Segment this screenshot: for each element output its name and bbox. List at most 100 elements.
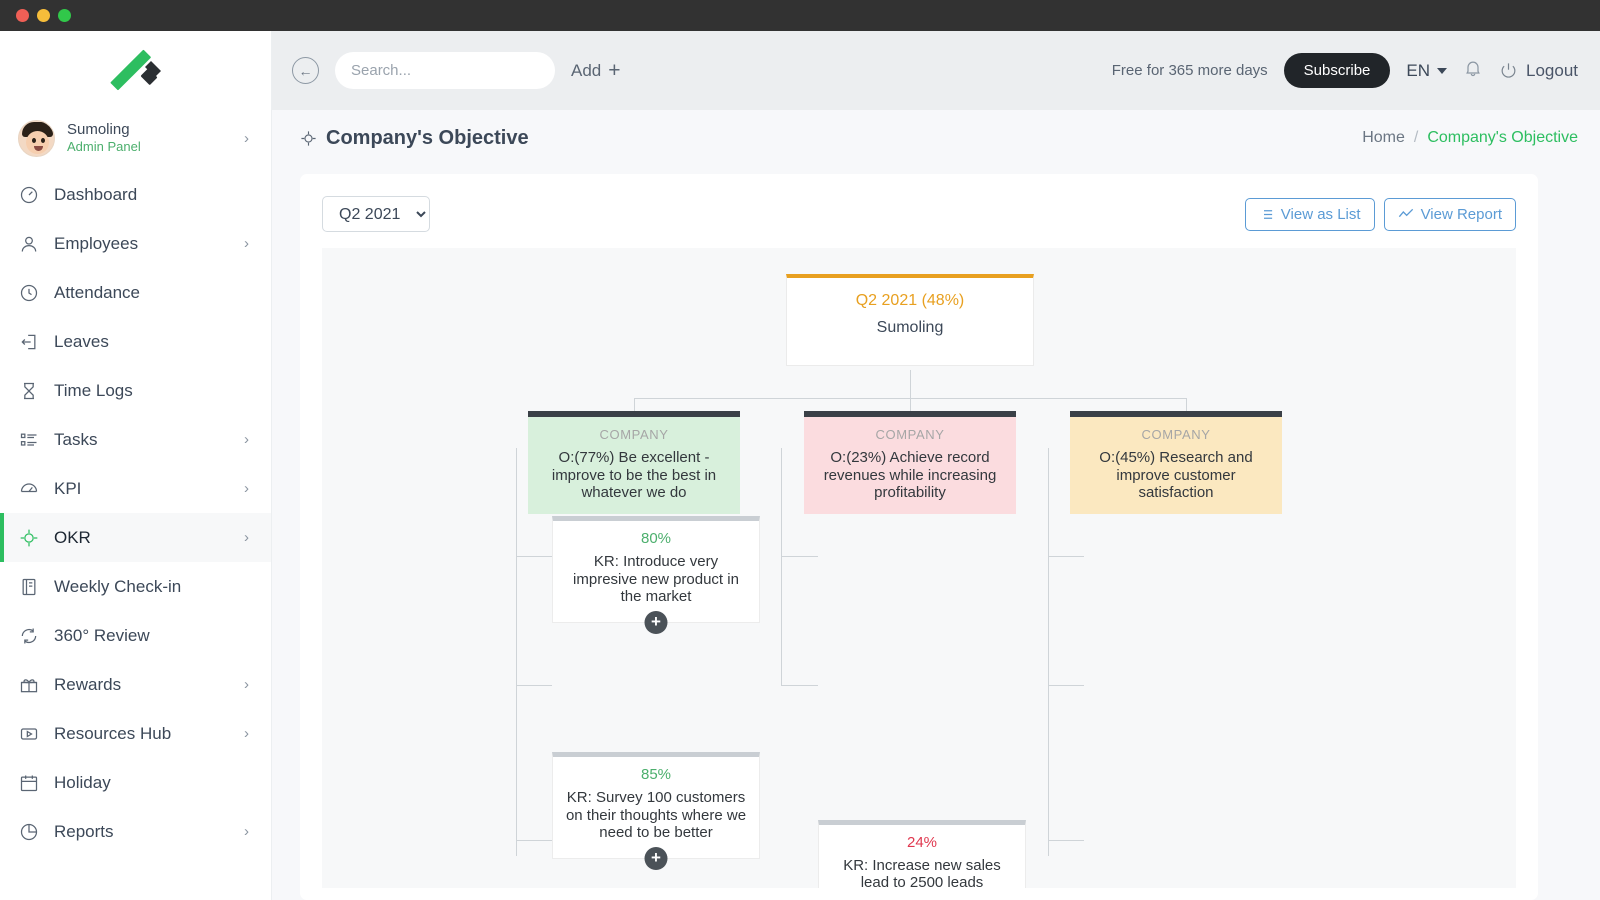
window-titlebar (0, 0, 1600, 31)
clock-icon (18, 282, 40, 304)
refresh-icon (18, 625, 40, 647)
bell-icon[interactable] (1463, 58, 1483, 83)
connector (1048, 448, 1049, 856)
view-as-list-button[interactable]: View as List (1245, 198, 1375, 231)
power-icon (1499, 61, 1518, 80)
app-root: Sumoling Admin Panel › Dashboard Employe… (0, 31, 1600, 900)
pie-chart-icon (18, 821, 40, 843)
sidebar-profile[interactable]: Sumoling Admin Panel › (0, 110, 271, 166)
sidebar-item-reports[interactable]: Reports › (0, 807, 271, 856)
sidebar-item-kpi[interactable]: KPI › (0, 464, 271, 513)
main-content: ← Add + Free for 365 more days Subscribe… (272, 31, 1600, 900)
sidebar-item-employees[interactable]: Employees › (0, 219, 271, 268)
connector (781, 556, 818, 557)
chevron-right-icon: › (244, 725, 249, 742)
window-close-button[interactable] (16, 9, 29, 22)
objective-tag: COMPANY (812, 427, 1008, 442)
objective-node[interactable]: COMPANY O:(23%) Achieve record revenues … (804, 411, 1016, 514)
sidebar: Sumoling Admin Panel › Dashboard Employe… (0, 31, 272, 900)
chevron-right-icon: › (244, 676, 249, 693)
sidebar-item-tasks[interactable]: Tasks › (0, 415, 271, 464)
objective-tag: COMPANY (536, 427, 732, 442)
sidebar-item-holiday[interactable]: Holiday (0, 758, 271, 807)
sidebar-nav: Dashboard Employees › Attendance Leaves (0, 170, 271, 856)
notebook-icon (18, 576, 40, 598)
sidebar-item-okr[interactable]: OKR › (0, 513, 271, 562)
hourglass-icon (18, 380, 40, 402)
profile-role: Admin Panel (67, 140, 232, 155)
objective-text: O:(23%) Achieve record revenues while in… (812, 449, 1008, 502)
key-result-node[interactable]: 80% KR: Introduce very impresive new pro… (552, 516, 760, 623)
sidebar-item-dashboard[interactable]: Dashboard (0, 170, 271, 219)
connector (516, 556, 552, 557)
chevron-right-icon: › (244, 431, 249, 448)
add-button[interactable]: Add + (571, 60, 621, 81)
key-result-percent: 24% (829, 834, 1015, 851)
trial-status-text: Free for 365 more days (1112, 62, 1268, 79)
view-report-button[interactable]: View Report (1384, 198, 1516, 231)
sidebar-item-attendance[interactable]: Attendance (0, 268, 271, 317)
connector (1048, 840, 1084, 841)
chevron-right-icon: › (244, 235, 249, 252)
objective-tag: COMPANY (1078, 427, 1274, 442)
sidebar-item-weekly-check-in[interactable]: Weekly Check-in (0, 562, 271, 611)
sidebar-item-leaves[interactable]: Leaves (0, 317, 271, 366)
key-result-text: KR: Survey 100 customers on their though… (563, 789, 749, 842)
topbar: ← Add + Free for 365 more days Subscribe… (272, 31, 1600, 110)
language-selector[interactable]: EN (1406, 61, 1447, 81)
objective-text: O:(45%) Research and improve customer sa… (1078, 449, 1274, 502)
breadcrumb-separator: / (1414, 129, 1418, 147)
key-result-node[interactable]: 85% KR: Survey 100 customers on their th… (552, 752, 760, 859)
sidebar-item-label: Holiday (54, 773, 235, 793)
logout-door-icon (18, 331, 40, 353)
root-period: Q2 2021 (48%) (797, 292, 1023, 310)
okr-root-node[interactable]: Q2 2021 (48%) Sumoling (786, 274, 1034, 366)
logout-label: Logout (1526, 61, 1578, 81)
key-result-percent: 85% (563, 766, 749, 783)
quarter-select[interactable]: Q2 2021 (322, 196, 430, 232)
profile-name: Sumoling (67, 121, 232, 138)
sidebar-item-label: Reports (54, 822, 230, 842)
sidebar-item-rewards[interactable]: Rewards › (0, 660, 271, 709)
connector (1048, 556, 1084, 557)
sidebar-item-360-review[interactable]: 360° Review (0, 611, 271, 660)
add-key-result-button[interactable]: + (645, 847, 668, 870)
sidebar-item-label: Tasks (54, 430, 230, 450)
back-button[interactable]: ← (292, 57, 319, 84)
breadcrumb-home[interactable]: Home (1362, 129, 1405, 147)
subscribe-button[interactable]: Subscribe (1284, 53, 1391, 88)
key-result-text: KR: Increase new sales lead to 2500 lead… (829, 857, 1015, 889)
calendar-icon (18, 772, 40, 794)
list-icon (1259, 207, 1274, 222)
key-result-node[interactable]: 24% KR: Increase new sales lead to 2500 … (818, 820, 1026, 889)
connector (910, 370, 911, 398)
objective-node[interactable]: COMPANY O:(45%) Research and improve cus… (1070, 411, 1282, 514)
sidebar-item-label: Leaves (54, 332, 235, 352)
sidebar-item-label: KPI (54, 479, 230, 499)
sidebar-item-label: Dashboard (54, 185, 235, 205)
key-result-percent: 80% (563, 530, 749, 547)
chevron-right-icon: › (244, 130, 249, 147)
window-maximize-button[interactable] (58, 9, 71, 22)
okr-panel: Q2 2021 View as List View Report Q2 (300, 174, 1538, 900)
sidebar-item-time-logs[interactable]: Time Logs (0, 366, 271, 415)
logout-button[interactable]: Logout (1499, 61, 1578, 81)
sidebar-item-label: OKR (54, 528, 230, 548)
chevron-right-icon: › (244, 529, 249, 546)
sidebar-item-label: 360° Review (54, 626, 235, 646)
sidebar-item-label: Attendance (54, 283, 235, 303)
search-input[interactable] (351, 62, 550, 79)
gift-icon (18, 674, 40, 696)
chevron-right-icon: › (244, 480, 249, 497)
search-box[interactable] (335, 52, 555, 89)
connector (516, 685, 552, 686)
objective-node[interactable]: COMPANY O:(77%) Be excellent - improve t… (528, 411, 740, 514)
window-minimize-button[interactable] (37, 9, 50, 22)
target-icon (300, 130, 317, 147)
sidebar-item-resources-hub[interactable]: Resources Hub › (0, 709, 271, 758)
app-logo[interactable] (0, 31, 271, 110)
connector (516, 840, 552, 841)
sidebar-item-label: Time Logs (54, 381, 235, 401)
add-key-result-button[interactable]: + (645, 611, 668, 634)
video-icon (18, 723, 40, 745)
